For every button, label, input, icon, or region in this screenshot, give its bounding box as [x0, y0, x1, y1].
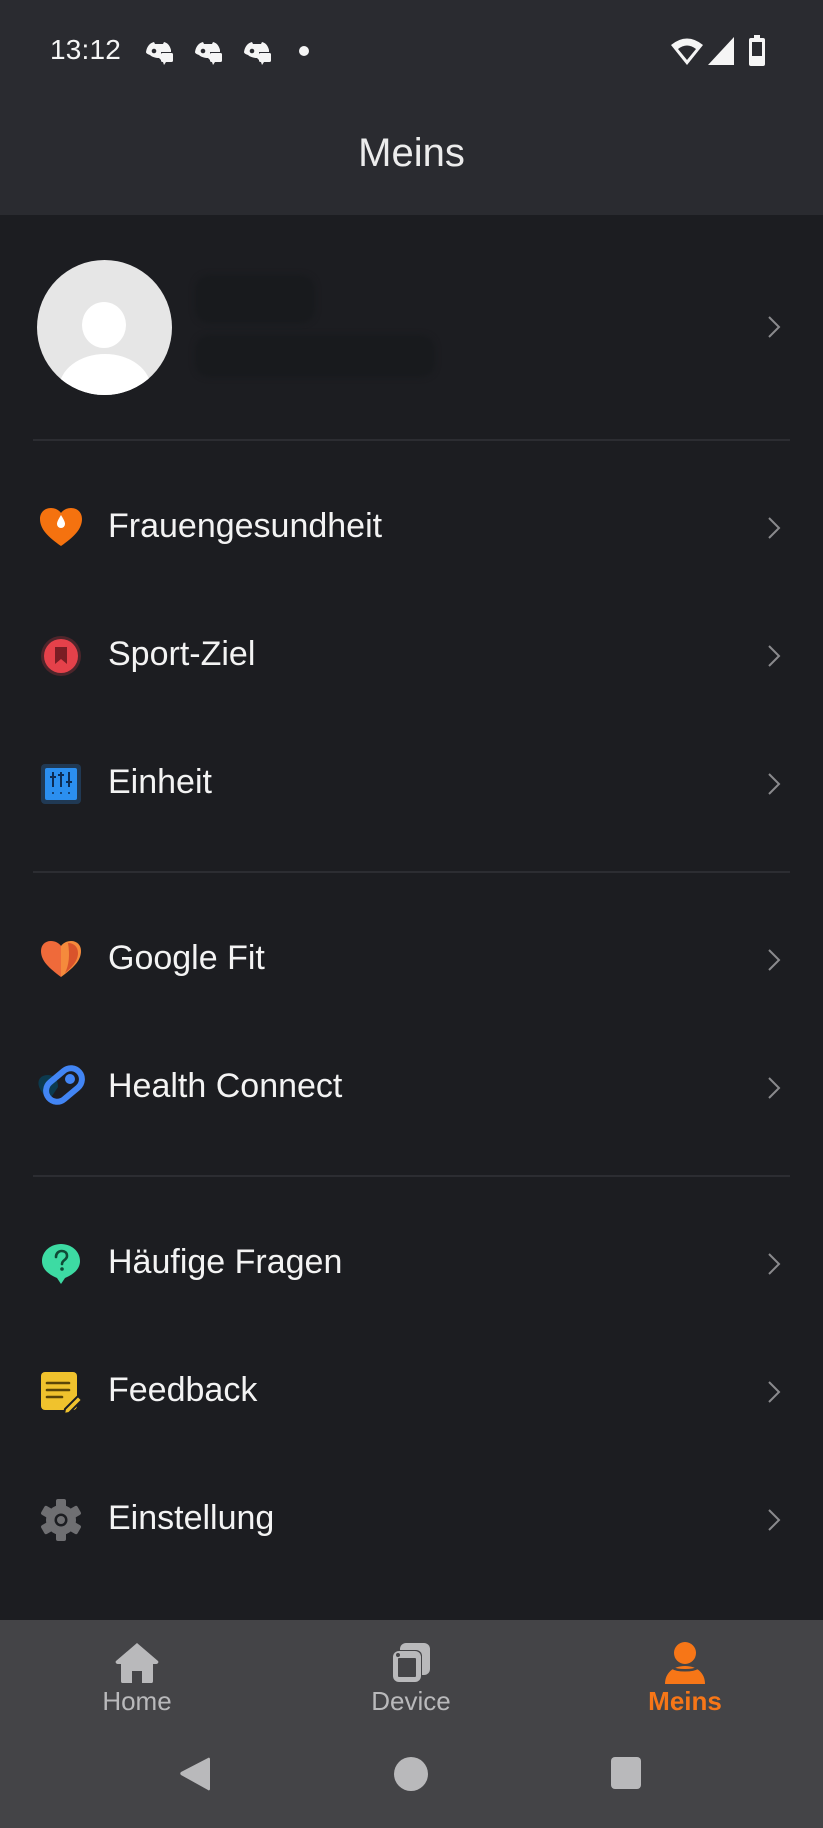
system-nav-bar [0, 1720, 823, 1828]
menu-label: Häufige Fragen [108, 1243, 343, 1281]
sliders-icon [41, 764, 81, 804]
note-edit-icon [41, 1372, 84, 1415]
menu-item-feedback[interactable]: Feedback [0, 1337, 823, 1447]
battery-icon [749, 35, 765, 66]
menu-label: Einheit [108, 763, 212, 801]
chevron-right-icon [768, 316, 781, 338]
nav-tab-home[interactable]: Home [37, 1620, 237, 1720]
screen: 13:12 Meins Frauengesundheit Sport-Ziel … [0, 0, 823, 1828]
menu-label: Frauengesundheit [108, 507, 383, 545]
menu-item-sport-ziel[interactable]: Sport-Ziel [0, 601, 823, 711]
menu-item-haeufige-fragen[interactable]: Häufige Fragen [0, 1209, 823, 1319]
chevron-right-icon [768, 1381, 781, 1403]
discord-icon [195, 42, 222, 65]
menu-label: Health Connect [108, 1067, 343, 1105]
menu-item-frauengesundheit[interactable]: Frauengesundheit [0, 473, 823, 583]
status-time: 13:12 [50, 34, 122, 65]
system-back-button[interactable] [178, 1756, 212, 1792]
menu-item-einstellung[interactable]: Einstellung [0, 1465, 823, 1575]
menu-item-einheit[interactable]: Einheit [0, 729, 823, 839]
divider [33, 439, 790, 441]
profile-row[interactable] [0, 215, 823, 440]
menu-label: Feedback [108, 1371, 258, 1409]
app-header: Meins [0, 100, 823, 215]
menu-label: Google Fit [108, 939, 265, 977]
menu-item-health-connect[interactable]: Health Connect [0, 1033, 823, 1143]
status-bar: 13:12 [0, 0, 823, 100]
question-bubble-icon [42, 1244, 80, 1284]
google-fit-heart-icon [41, 941, 81, 977]
gear-icon [41, 1499, 81, 1541]
more-notifications-dot-icon [299, 46, 309, 56]
menu-item-google-fit[interactable]: Google Fit [0, 905, 823, 1015]
system-recents-button[interactable] [610, 1756, 642, 1790]
home-icon [115, 1643, 159, 1683]
chevron-right-icon [768, 517, 781, 539]
profile-subtitle-redacted [195, 335, 435, 377]
wifi-icon [671, 38, 703, 65]
nav-label: Home [102, 1686, 172, 1716]
bottom-nav: Home Device Meins [0, 1620, 823, 1720]
menu-label: Sport-Ziel [108, 635, 256, 673]
heart-drop-icon [40, 508, 82, 546]
chevron-right-icon [768, 1509, 781, 1531]
default-avatar-icon [37, 260, 172, 395]
nav-tab-meins[interactable]: Meins [585, 1620, 785, 1720]
page-title: Meins [358, 131, 465, 175]
discord-icon [146, 42, 173, 65]
profile-name-redacted [195, 275, 315, 323]
divider [33, 1175, 790, 1177]
menu-label: Einstellung [108, 1499, 275, 1537]
person-icon [665, 1642, 705, 1684]
health-connect-icon [38, 1065, 85, 1105]
chevron-right-icon [768, 645, 781, 667]
chevron-right-icon [768, 949, 781, 971]
divider [33, 871, 790, 873]
system-home-button[interactable] [393, 1756, 429, 1792]
device-icon [392, 1643, 430, 1683]
nav-tab-device[interactable]: Device [311, 1620, 511, 1720]
chevron-right-icon [768, 773, 781, 795]
cellular-signal-icon [708, 37, 734, 65]
chevron-right-icon [768, 1077, 781, 1099]
bookmark-badge-icon [41, 636, 81, 676]
discord-icon [244, 42, 271, 65]
nav-label: Device [371, 1686, 451, 1716]
chevron-right-icon [768, 1253, 781, 1275]
nav-label: Meins [648, 1686, 722, 1716]
